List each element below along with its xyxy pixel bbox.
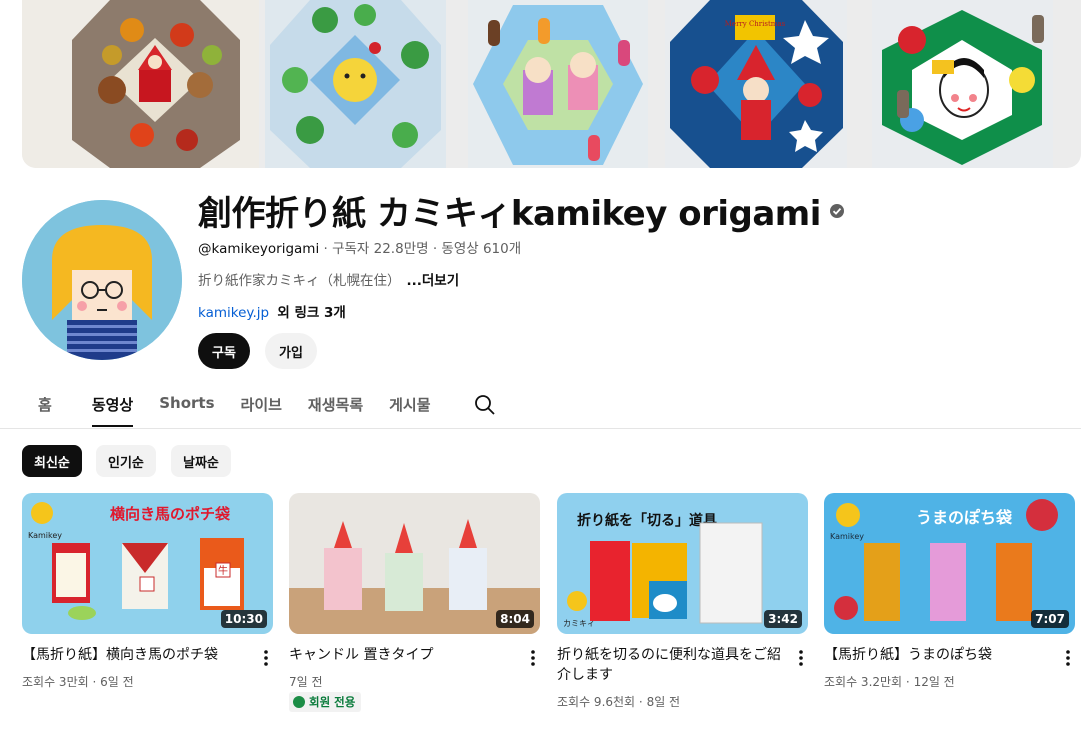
meta-separator: ·: [902, 675, 914, 689]
meta-separator: ·: [319, 241, 333, 257]
channel-tabs: 홈 동영상 Shorts 라이브 재생목록 게시물: [22, 384, 457, 428]
video-views: 조회수 9.6천회: [557, 695, 636, 709]
thumb-logo-text: カミキィ: [563, 619, 595, 628]
video-age: 8일 전: [646, 695, 681, 709]
member-star-icon: [293, 696, 305, 708]
banner-image-popsicle-wreath: [468, 0, 648, 168]
channel-description[interactable]: 折り紙作家カミキィ（札幌在住） ...더보기: [198, 269, 459, 289]
thumb-title-text: うまのぽち袋: [916, 508, 1013, 527]
thumb-title-text: 折り紙を「切る」道具: [577, 512, 717, 529]
video-thumbnail[interactable]: Kamikey 横向き馬のポチ袋 牛 10:30: [22, 493, 273, 634]
video-thumbnail[interactable]: Kamikey うまのぽち袋 7:07: [824, 493, 1075, 634]
video-thumbnail[interactable]: 折り紙を「切る」道具 カミキィ 3:42: [557, 493, 808, 634]
subscribe-button[interactable]: 구독: [198, 333, 250, 369]
more-vert-icon[interactable]: [526, 648, 540, 668]
thumb-badge-text: 牛: [218, 564, 228, 577]
video-title[interactable]: 折り紙を切るのに便利な道具をご紹介します: [557, 645, 783, 685]
more-links-button[interactable]: 외 링크 3개: [277, 305, 345, 321]
banner-image-autumn-wreath: [22, 0, 259, 168]
video-duration: 3:42: [764, 610, 802, 628]
banner-image-christmas-wreath: Merry Christmas: [665, 0, 847, 168]
chip-oldest[interactable]: 날짜순: [171, 445, 231, 477]
tab-videos[interactable]: 동영상: [91, 384, 134, 427]
meta-separator: ·: [635, 695, 647, 709]
channel-meta: @kamikeyorigami · 구독자 22.8만명 · 동영상 610개: [198, 237, 521, 257]
description-text: 折り紙作家カミキィ（札幌在住）: [198, 273, 401, 289]
video-thumbnail[interactable]: 8:04: [289, 493, 540, 634]
chip-popular[interactable]: 인기순: [96, 445, 156, 477]
video-count: 동영상 610개: [441, 241, 522, 257]
tab-shorts[interactable]: Shorts: [159, 384, 214, 424]
channel-handle: @kamikeyorigami: [198, 241, 320, 257]
banner-image-newyear-wreath: [872, 0, 1053, 168]
video-card[interactable]: Kamikey うまのぽち袋 7:07 【馬折り紙】うまのぽち袋 조회수 3.2…: [824, 493, 1075, 689]
video-card[interactable]: 8:04 キャンドル 置きタイプ 7일 전 회원 전용: [289, 493, 540, 712]
video-duration: 7:07: [1031, 610, 1069, 628]
banner-christmas-text: Merry Christmas: [725, 20, 786, 28]
subscriber-count: 구독자 22.8만명: [332, 241, 429, 257]
video-title[interactable]: 【馬折り紙】横向き馬のポチ袋: [22, 645, 248, 665]
members-only-badge: 회원 전용: [289, 692, 362, 712]
more-vert-icon[interactable]: [794, 648, 808, 668]
channel-name: 創作折り紙 カミキィkamikey origami: [198, 194, 821, 234]
verified-check-icon: [829, 203, 844, 218]
chip-latest[interactable]: 최신순: [22, 445, 82, 477]
video-card[interactable]: Kamikey 横向き馬のポチ袋 牛 10:30 【馬折り紙】横向き馬のポチ袋 …: [22, 493, 273, 689]
meta-separator: ·: [88, 675, 101, 689]
channel-links: kamikey.jp 외 링크 3개: [198, 301, 346, 321]
channel-avatar[interactable]: [22, 200, 182, 360]
tabs-divider: [0, 428, 1081, 429]
meta-separator: ·: [428, 241, 442, 257]
more-vert-icon[interactable]: [1061, 648, 1075, 668]
video-views: 조회수 3만회: [22, 675, 89, 689]
more-vert-icon[interactable]: [259, 648, 273, 668]
member-badge-label: 회원 전용: [309, 695, 356, 709]
channel-banner: Merry Christmas: [22, 0, 1081, 168]
video-meta: 조회수 9.6천회 · 8일 전: [557, 693, 680, 710]
video-age: 12일 전: [913, 675, 955, 689]
video-age: 7일 전: [289, 675, 323, 689]
tab-playlists[interactable]: 재생목록: [308, 384, 363, 427]
channel-title: 創作折り紙 カミキィkamikey origami: [198, 186, 845, 235]
tab-posts[interactable]: 게시물: [389, 384, 430, 427]
video-meta: 조회수 3만회 · 6일 전: [22, 673, 134, 690]
video-card[interactable]: 折り紙を「切る」道具 カミキィ 3:42 折り紙を切るのに便利な道具をご紹介しま…: [557, 493, 808, 709]
search-icon[interactable]: [474, 394, 496, 416]
thumb-title-text: 横向き馬のポチ袋: [110, 505, 231, 523]
video-views: 조회수 3.2만회: [824, 675, 903, 689]
video-duration: 8:04: [496, 610, 534, 628]
video-title[interactable]: キャンドル 置きタイプ: [289, 645, 515, 665]
video-duration: 10:30: [220, 610, 267, 628]
video-age: 6일 전: [100, 675, 134, 689]
thumb-logo-text: Kamikey: [830, 532, 864, 541]
tab-home[interactable]: 홈: [38, 384, 52, 427]
thumb-logo-text: Kamikey: [28, 531, 62, 540]
video-meta: 조회수 3.2만회 · 12일 전: [824, 673, 955, 690]
more-button[interactable]: ...더보기: [407, 273, 460, 289]
banner-image-clover-wreath: [265, 0, 446, 168]
join-button[interactable]: 가입: [265, 333, 317, 369]
channel-link[interactable]: kamikey.jp: [198, 305, 269, 321]
video-title[interactable]: 【馬折り紙】うまのぽち袋: [824, 645, 1050, 665]
tab-live[interactable]: 라이브: [241, 384, 282, 427]
